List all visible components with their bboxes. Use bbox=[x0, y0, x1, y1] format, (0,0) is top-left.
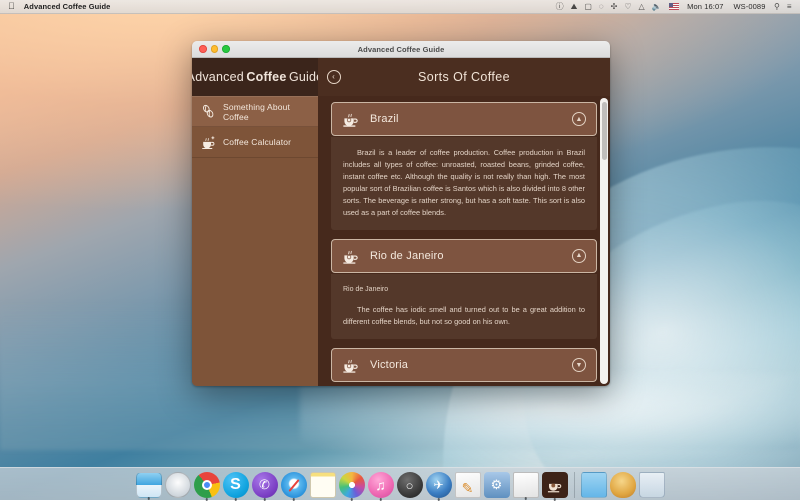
apple-menu-icon[interactable]:  bbox=[0, 2, 24, 11]
card-header-rio-de-janeiro[interactable]: Rio de Janeiro ▲ bbox=[331, 238, 597, 273]
notification-center-icon[interactable]: ≡ bbox=[783, 2, 795, 11]
dock-item-muffin-file[interactable] bbox=[609, 472, 636, 498]
card-gap bbox=[331, 339, 597, 348]
running-indicator bbox=[292, 498, 295, 501]
dock-item-app-store[interactable]: ○ bbox=[396, 472, 423, 498]
card-title: Victoria bbox=[370, 359, 409, 372]
timemachine-icon[interactable]: ◌ bbox=[595, 2, 607, 11]
screen-share-icon[interactable]: ▢ bbox=[581, 2, 596, 11]
dock-item-advanced-coffee-guide[interactable] bbox=[541, 472, 568, 501]
app-window: Advanced Coffee Guide Advanced Coffee Gu… bbox=[192, 41, 610, 386]
sidebar-filler bbox=[192, 158, 318, 386]
coffee-cup-icon bbox=[342, 110, 360, 128]
chevron-up-icon[interactable]: ▲ bbox=[572, 248, 586, 263]
card-body-text: The coffee has iodic smell and turned ou… bbox=[343, 305, 585, 327]
list-item: Victoria ▼ bbox=[331, 348, 597, 383]
running-indicator bbox=[234, 498, 237, 501]
sidebar-item-something-about-coffee[interactable]: Something About Coffee bbox=[192, 96, 318, 127]
sidebar-item-label: Something About Coffee bbox=[223, 101, 290, 122]
spotlight-search-icon[interactable]: ⚲ bbox=[770, 2, 783, 11]
coffee-beans-icon bbox=[201, 104, 216, 119]
dock-item-notes[interactable] bbox=[309, 472, 336, 498]
vpn-icon[interactable]: ⛰ bbox=[567, 2, 581, 11]
running-indicator bbox=[379, 498, 382, 501]
dock-item-finder[interactable] bbox=[135, 472, 162, 500]
running-indicator bbox=[263, 498, 266, 501]
menubar-status-area: ⓘ ⛰ ▢ ◌ ✣ ♡ △ 🔈 Mon 16:07 WS-0089 ⚲ ≡ bbox=[552, 2, 800, 11]
card-title: Rio de Janeiro bbox=[370, 249, 444, 262]
sidebar-item-label: Coffee Calculator bbox=[223, 137, 292, 147]
card-title: Brazil bbox=[370, 113, 399, 125]
dock-item-textedit-document[interactable] bbox=[512, 472, 539, 500]
battery-icon[interactable]: △ bbox=[635, 2, 648, 11]
chevron-down-icon[interactable]: ▼ bbox=[572, 358, 586, 373]
card-header-victoria[interactable]: Victoria ▼ bbox=[331, 348, 597, 383]
card-gap bbox=[331, 230, 597, 239]
window-title: Advanced Coffee Guide bbox=[357, 44, 445, 54]
bluetooth-icon[interactable]: ✣ bbox=[607, 2, 621, 11]
brand-bold: Coffee bbox=[246, 70, 287, 84]
macos-menu-bar:  Advanced Coffee Guide ⓘ ⛰ ▢ ◌ ✣ ♡ △ 🔈 … bbox=[0, 0, 800, 14]
shield-icon[interactable]: ♡ bbox=[621, 2, 635, 11]
dock-item-safari[interactable] bbox=[280, 472, 307, 501]
dock-separator bbox=[573, 472, 575, 498]
scrollbar-thumb[interactable] bbox=[601, 102, 607, 160]
window-titlebar[interactable]: Advanced Coffee Guide bbox=[192, 41, 610, 58]
card-body-sublabel: Rio de Janeiro bbox=[343, 285, 389, 293]
dock-item-trash[interactable] bbox=[638, 472, 665, 498]
menubar-clock[interactable]: Mon 16:07 bbox=[682, 2, 728, 11]
volume-icon[interactable]: 🔈 bbox=[648, 2, 665, 11]
dock-item-photos[interactable] bbox=[338, 472, 365, 501]
dock-item-google-chrome[interactable] bbox=[193, 472, 220, 501]
list-item: Brazil ▲ Brazil is a leader of coffee pr… bbox=[331, 102, 597, 230]
coffee-cup-plus-icon bbox=[201, 135, 216, 150]
running-indicator bbox=[437, 498, 440, 501]
coffee-cup-icon bbox=[342, 247, 360, 265]
dock-item-launchpad[interactable] bbox=[164, 472, 191, 498]
chevron-up-icon[interactable]: ▲ bbox=[572, 112, 586, 126]
macos-dock: S ✆ ♫ ○ ✈ ✎ ⚙ bbox=[0, 467, 800, 501]
running-indicator bbox=[553, 498, 556, 501]
app-brand-title: Advanced Coffee Guide bbox=[192, 58, 323, 96]
dock-item-viber[interactable]: ✆ bbox=[251, 472, 278, 501]
coffee-sorts-list: Brazil ▲ Brazil is a leader of coffee pr… bbox=[318, 96, 610, 386]
menubar-user[interactable]: WS-0089 bbox=[729, 2, 771, 11]
card-header-brazil[interactable]: Brazil ▲ bbox=[331, 102, 597, 136]
list-item: Rio de Janeiro ▲ Rio de Janeiro The coff… bbox=[331, 238, 597, 340]
dock-item-downloads-folder[interactable] bbox=[580, 472, 607, 498]
sidebar: Advanced Coffee Guide Something About Co… bbox=[192, 58, 323, 386]
window-body: Advanced Coffee Guide Something About Co… bbox=[192, 58, 610, 386]
dropbox-icon[interactable]: ⓘ bbox=[552, 2, 567, 11]
dock-item-pages[interactable]: ✎ bbox=[454, 472, 481, 498]
brand-pre: Advanced bbox=[192, 70, 244, 84]
input-language-flag-icon[interactable] bbox=[665, 3, 682, 10]
dock-item-itunes[interactable]: ♫ bbox=[367, 472, 394, 501]
vertical-scrollbar[interactable] bbox=[600, 98, 608, 384]
running-indicator bbox=[524, 497, 527, 500]
dock-item-thunderbird[interactable]: ✈ bbox=[425, 472, 452, 501]
card-body-rio-de-janeiro: Rio de Janeiro The coffee has iodic smel… bbox=[331, 273, 597, 340]
running-indicator bbox=[350, 498, 353, 501]
sidebar-item-coffee-calculator[interactable]: Coffee Calculator bbox=[192, 127, 318, 158]
card-body-brazil: Brazil is a leader of coffee production.… bbox=[331, 137, 597, 230]
card-body-text: Brazil is a leader of coffee production.… bbox=[343, 148, 585, 217]
menubar-app-name[interactable]: Advanced Coffee Guide bbox=[24, 2, 125, 11]
running-indicator bbox=[205, 498, 208, 501]
content-pane: ‹ Sorts Of Coffee Brazil ▲ Brazil is a l… bbox=[318, 58, 610, 386]
page-title: Sorts Of Coffee bbox=[418, 70, 510, 84]
content-topbar: ‹ Sorts Of Coffee bbox=[318, 58, 610, 96]
dock-item-xcode[interactable]: ⚙ bbox=[483, 472, 510, 498]
dock-item-skype[interactable]: S bbox=[222, 472, 249, 501]
coffee-cup-icon bbox=[342, 356, 360, 374]
running-indicator bbox=[147, 497, 150, 500]
